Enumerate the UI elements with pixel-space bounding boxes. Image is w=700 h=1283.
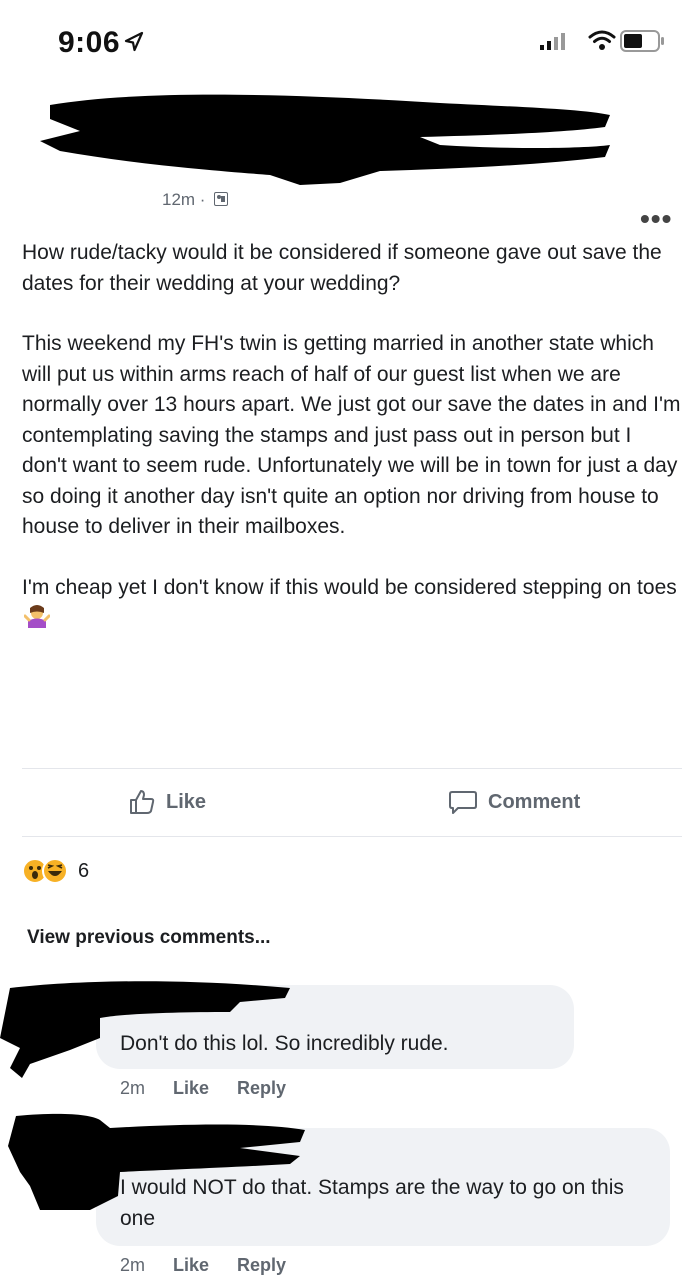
reactions-summary[interactable]: 6: [22, 858, 89, 884]
location-arrow-icon: [124, 31, 144, 52]
wifi-icon: [588, 30, 616, 50]
comment-button[interactable]: Comment: [448, 788, 580, 816]
comment-meta: 2m Like Reply: [120, 1078, 286, 1099]
post-timestamp: 12m ·: [162, 190, 229, 210]
privacy-icon: [214, 192, 229, 206]
haha-reaction-icon: [42, 858, 68, 884]
divider: [22, 836, 682, 837]
comment-label: Comment: [488, 790, 581, 813]
post-actions: Like Comment: [0, 778, 700, 832]
post-paragraph: This weekend my FH's twin is getting mar…: [22, 332, 681, 538]
comment-reply-button[interactable]: Reply: [237, 1078, 286, 1099]
comment-icon: [449, 791, 477, 814]
view-previous-comments-link[interactable]: View previous comments...: [27, 927, 271, 949]
post-paragraph: How rude/tacky would it be considered if…: [22, 241, 662, 295]
status-time: 9:06: [58, 26, 121, 59]
like-label: Like: [166, 790, 207, 813]
divider: [22, 768, 682, 769]
battery-icon: [620, 30, 664, 52]
post-time-text: 12m ·: [162, 190, 206, 209]
comment-like-button[interactable]: Like: [173, 1078, 209, 1099]
signal-icon: [540, 33, 565, 50]
post-paragraph-text: I'm cheap yet I don't know if this would…: [22, 575, 677, 599]
comment-time: 2m: [120, 1255, 146, 1275]
like-button[interactable]: Like: [128, 788, 206, 816]
thumbs-up-icon: [130, 790, 155, 814]
status-bar: 9:06: [0, 0, 700, 80]
more-options-icon[interactable]: •••: [640, 203, 672, 235]
redacted-commenter-1: [0, 981, 290, 1078]
comment-meta: 2m Like Reply: [120, 1255, 286, 1276]
comment-time: 2m: [120, 1078, 146, 1098]
redacted-author-name: [40, 94, 610, 185]
post-body: How rude/tacky would it be considered if…: [22, 238, 682, 664]
comment-like-button[interactable]: Like: [173, 1255, 209, 1276]
post-paragraph: I'm cheap yet I don't know if this would…: [22, 573, 682, 634]
comment-reply-button[interactable]: Reply: [237, 1255, 286, 1276]
comment-text: Don't do this lol. So incredibly rude.: [120, 1032, 449, 1055]
reaction-count: 6: [78, 859, 90, 882]
comment-text: I would NOT do that. Stamps are the way …: [120, 1176, 624, 1230]
post-header: •••: [0, 85, 700, 234]
woman-shrugging-emoji-icon: [24, 605, 50, 628]
